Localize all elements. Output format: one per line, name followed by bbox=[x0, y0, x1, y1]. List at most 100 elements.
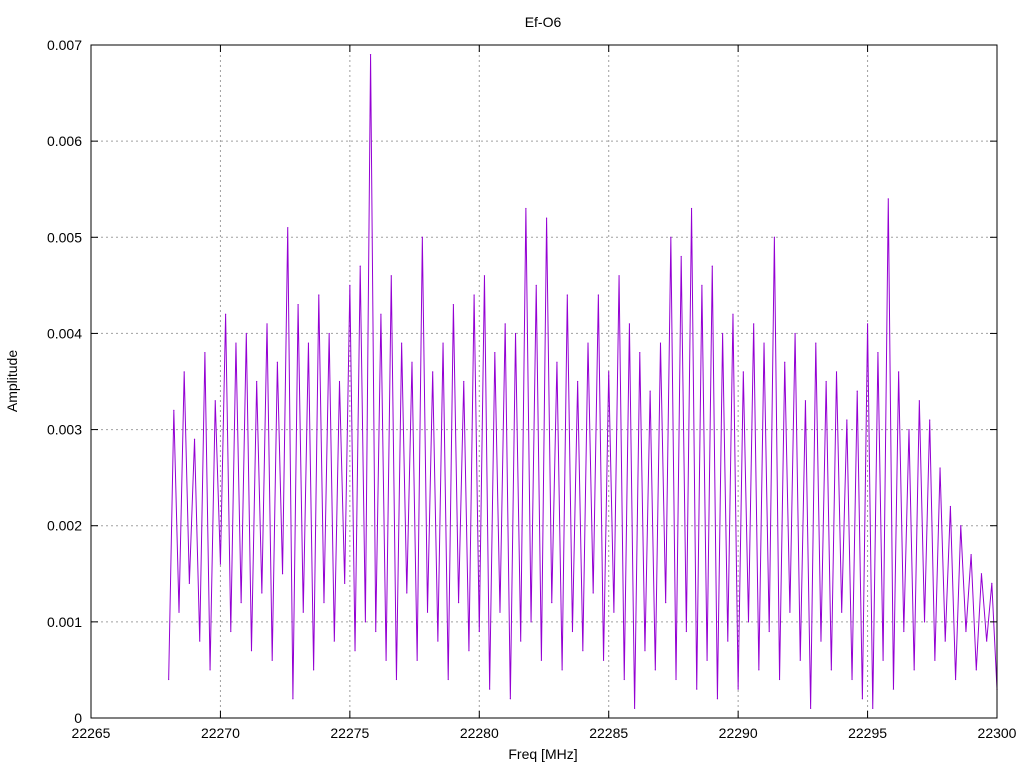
data-point bbox=[810, 707, 812, 709]
data-point bbox=[442, 342, 444, 344]
data-point bbox=[499, 611, 501, 613]
data-point bbox=[716, 698, 719, 700]
data-point bbox=[954, 678, 957, 681]
data-point bbox=[390, 275, 392, 277]
data-point bbox=[975, 669, 977, 671]
x-tick-label: 22285 bbox=[589, 725, 628, 741]
data-point bbox=[929, 419, 931, 421]
data-point bbox=[670, 236, 672, 238]
data-point bbox=[406, 592, 408, 594]
data-point bbox=[949, 505, 952, 508]
x-tick-label: 22275 bbox=[330, 725, 369, 741]
y-tick-label: 0 bbox=[74, 710, 82, 726]
data-point bbox=[468, 650, 470, 652]
data-point bbox=[281, 573, 284, 575]
data-point bbox=[561, 669, 563, 671]
data-point bbox=[970, 553, 972, 556]
data-point bbox=[706, 659, 708, 661]
data-point bbox=[722, 332, 724, 335]
data-point bbox=[934, 659, 936, 661]
data-point bbox=[965, 630, 967, 633]
data-point bbox=[753, 323, 755, 325]
data-point bbox=[266, 323, 268, 325]
data-point bbox=[307, 342, 310, 344]
y-axis-label: Amplitude bbox=[4, 350, 20, 412]
data-point bbox=[778, 678, 781, 681]
y-tick-label: 0.003 bbox=[47, 422, 82, 438]
data-point bbox=[582, 650, 584, 652]
data-point bbox=[369, 54, 372, 56]
data-point bbox=[577, 380, 579, 383]
data-point bbox=[980, 573, 983, 575]
data-point bbox=[618, 275, 620, 277]
data-point bbox=[727, 640, 729, 642]
data-point bbox=[991, 582, 993, 585]
data-point bbox=[835, 371, 838, 373]
data-point bbox=[685, 630, 687, 633]
data-point bbox=[913, 669, 915, 671]
data-point bbox=[649, 390, 651, 392]
y-tick-label: 0.006 bbox=[47, 133, 82, 149]
data-point bbox=[634, 707, 636, 709]
data-point bbox=[318, 294, 320, 296]
series-line bbox=[168, 54, 998, 709]
data-point bbox=[841, 611, 843, 613]
x-tick-label: 22265 bbox=[72, 725, 111, 741]
data-point bbox=[525, 207, 527, 210]
y-tick-label: 0.001 bbox=[47, 614, 82, 630]
data-point bbox=[276, 361, 278, 363]
data-point bbox=[214, 400, 216, 402]
data-point bbox=[452, 303, 454, 306]
data-point bbox=[545, 217, 548, 219]
chart-title: Ef-O6 bbox=[525, 14, 562, 30]
data-point bbox=[608, 371, 610, 373]
data-point bbox=[986, 640, 988, 642]
data-point bbox=[815, 342, 817, 344]
data-point bbox=[489, 688, 491, 690]
data-point bbox=[193, 438, 196, 440]
data-point bbox=[297, 303, 299, 306]
data-point bbox=[416, 659, 418, 661]
x-tick-label: 22270 bbox=[201, 725, 240, 741]
data-point bbox=[939, 467, 941, 469]
data-point bbox=[245, 332, 247, 335]
data-point bbox=[556, 361, 558, 363]
data-point bbox=[551, 602, 553, 604]
data-point bbox=[287, 227, 289, 229]
data-point bbox=[701, 284, 703, 286]
data-point bbox=[690, 207, 693, 210]
data-point bbox=[898, 371, 900, 373]
data-point bbox=[773, 236, 775, 238]
data-point bbox=[742, 371, 744, 373]
data-point bbox=[209, 669, 211, 671]
data-point bbox=[483, 275, 486, 277]
data-point bbox=[535, 284, 537, 286]
data-point bbox=[520, 640, 522, 642]
data-point bbox=[825, 380, 827, 383]
data-point bbox=[820, 640, 822, 642]
data-point bbox=[602, 659, 605, 661]
data-point bbox=[675, 678, 677, 681]
data-point bbox=[763, 342, 765, 344]
data-point bbox=[354, 650, 356, 652]
data-point bbox=[235, 342, 237, 344]
data-point bbox=[960, 525, 962, 527]
data-point bbox=[426, 611, 429, 613]
data-point bbox=[432, 371, 434, 373]
data-point bbox=[747, 621, 750, 623]
data-point bbox=[628, 323, 631, 325]
x-tick-label: 22295 bbox=[848, 725, 887, 741]
data-point bbox=[804, 400, 807, 402]
axis-ticks: 22265 22270 22275 22280 22285 22290 22295 22300… bbox=[47, 37, 1017, 741]
data-point bbox=[923, 621, 926, 623]
y-tick-label: 0.007 bbox=[47, 37, 82, 53]
data-point bbox=[463, 380, 465, 383]
data-point bbox=[856, 390, 858, 392]
data-point bbox=[261, 592, 263, 594]
data-point bbox=[665, 602, 667, 604]
data-point bbox=[349, 284, 351, 286]
data-point bbox=[219, 563, 222, 565]
data-point bbox=[509, 698, 511, 700]
data-point bbox=[457, 602, 460, 604]
data-point bbox=[333, 640, 335, 642]
